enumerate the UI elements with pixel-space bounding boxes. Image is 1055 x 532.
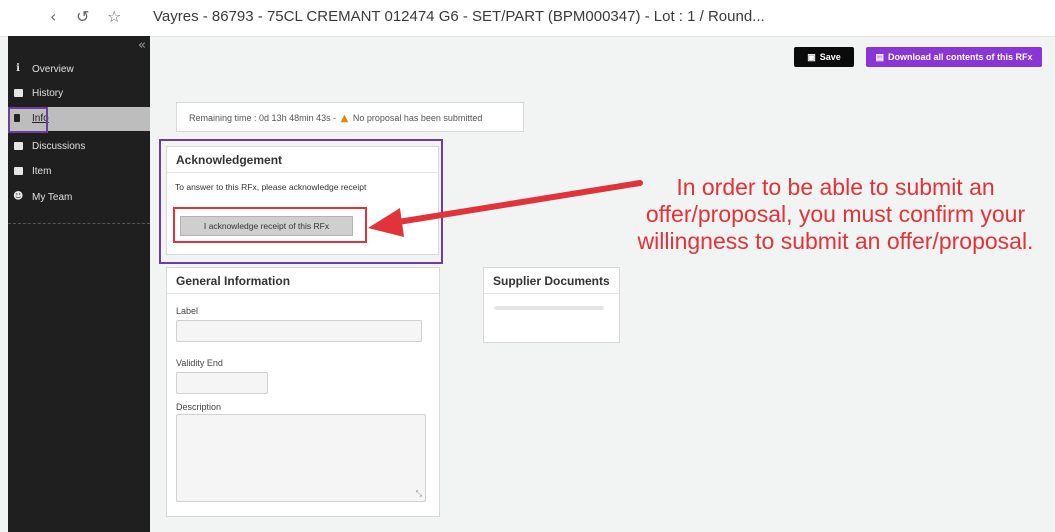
- download-all-button[interactable]: ▤ Download all contents of this RFx: [866, 47, 1042, 67]
- page-title: Vayres - 86793 - 75CL CREMANT 012474 G6 …: [153, 8, 765, 25]
- remaining-label: Remaining time :: [189, 113, 257, 123]
- annotation-text: In order to be able to submit an offer/p…: [637, 174, 1034, 254]
- sidebar-item-label: Overview: [32, 64, 74, 75]
- description-label: Description: [176, 402, 222, 412]
- sidebar-item-history[interactable]: History: [8, 82, 150, 106]
- label-field-label: Label: [176, 306, 199, 316]
- sidebar-divider: [8, 223, 150, 224]
- sidebar-item-label: Item: [32, 166, 52, 177]
- warning-icon: ▲: [340, 113, 349, 124]
- sidebar-item-label: Discussions: [32, 141, 86, 152]
- general-information-title: General Information: [167, 268, 439, 294]
- document-icon: ▤: [875, 51, 884, 62]
- supplier-documents-card: Supplier Documents: [483, 267, 620, 343]
- save-button[interactable]: ▣ Save: [794, 47, 854, 67]
- browser-top-bar: ‹ ↺ ☆ Vayres - 86793 - 75CL CREMANT 0124…: [0, 0, 1055, 37]
- double-chevron-left-icon[interactable]: «: [138, 38, 146, 53]
- history-icon[interactable]: ↺: [76, 8, 89, 26]
- download-label: Download all contents of this RFx: [888, 51, 1033, 62]
- sidebar-item-item[interactable]: Item: [8, 160, 150, 184]
- description-textarea[interactable]: ⤡: [176, 414, 426, 502]
- resize-handle-icon[interactable]: ⤡: [416, 489, 422, 499]
- annotation-arrow: [368, 180, 643, 237]
- info-highlight-box: [8, 107, 48, 133]
- validity-end-label: Validity End: [176, 358, 223, 368]
- back-icon[interactable]: ‹: [50, 8, 56, 26]
- sidebar-item-my-team[interactable]: ☻ My Team: [8, 186, 150, 210]
- team-icon: ☻: [13, 191, 24, 202]
- item-icon: [13, 166, 23, 176]
- info-icon: i: [16, 63, 20, 74]
- remaining-value: 0d 13h 48min 43s -: [259, 113, 337, 123]
- sidebar-item-label: My Team: [32, 192, 73, 203]
- remaining-time-panel: Remaining time : 0d 13h 48min 43s - ▲ No…: [176, 102, 524, 132]
- label-input[interactable]: [176, 320, 422, 342]
- lock-icon: ▣: [807, 51, 816, 62]
- supplier-documents-title: Supplier Documents: [484, 268, 619, 294]
- sidebar-item-discussions[interactable]: Discussions: [8, 135, 150, 159]
- discussions-icon: [13, 141, 23, 151]
- sidebar-item-label: History: [32, 88, 64, 99]
- history-icon: [13, 88, 23, 98]
- proposal-status: No proposal has been submitted: [352, 113, 483, 123]
- acknowledge-receipt-button[interactable]: I acknowledge receipt of this RFx: [180, 216, 353, 236]
- star-icon[interactable]: ☆: [107, 8, 121, 26]
- validity-end-input[interactable]: [176, 372, 268, 394]
- save-label: Save: [819, 51, 841, 62]
- loading-bar: [494, 306, 604, 310]
- sidebar-item-overview[interactable]: i Overview: [8, 58, 150, 82]
